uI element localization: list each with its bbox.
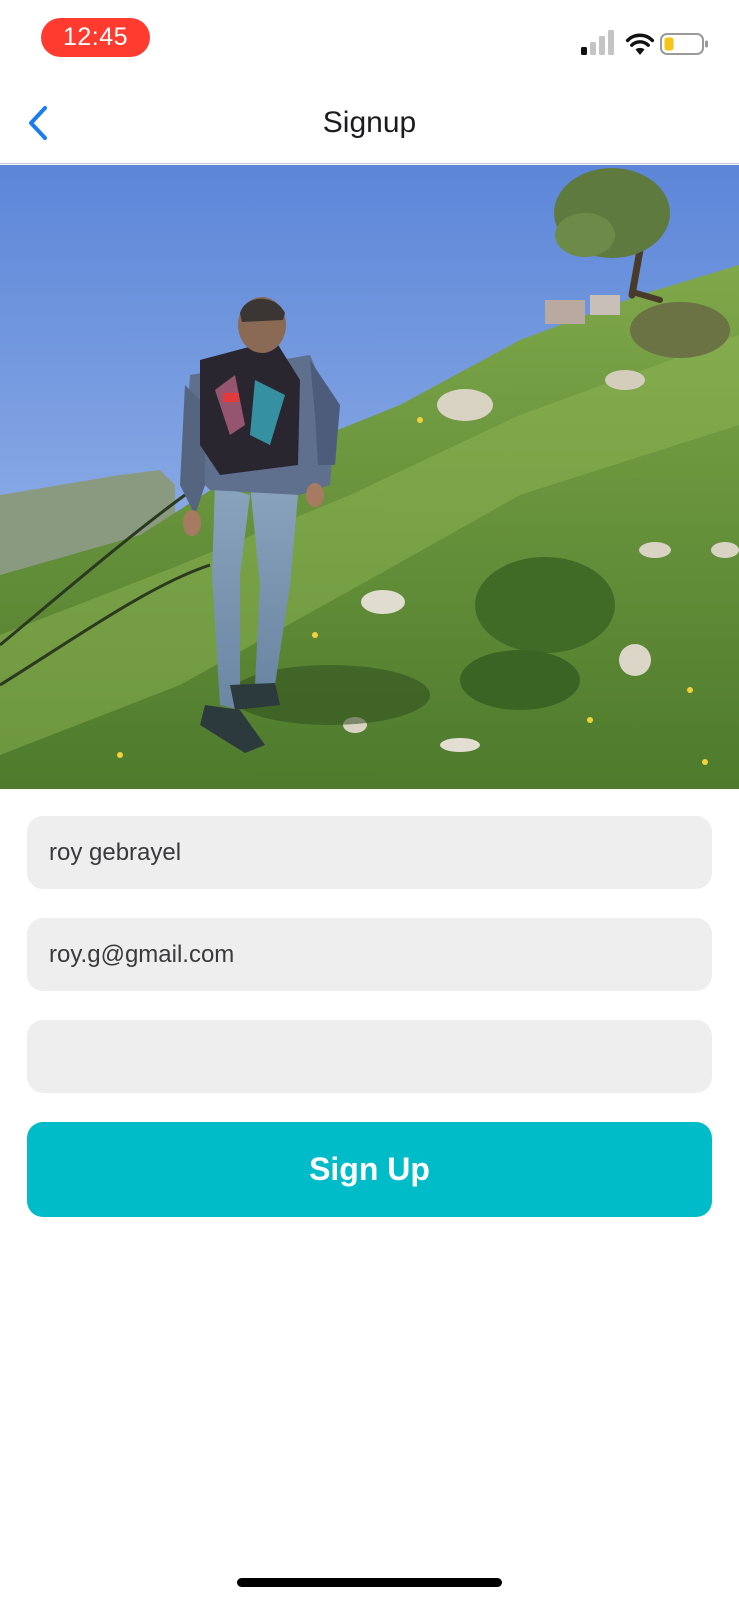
sign-up-button[interactable]: Sign Up (27, 1122, 712, 1217)
navigation-bar: Signup (0, 82, 739, 164)
battery-icon (660, 33, 708, 55)
hero-photo (0, 165, 739, 789)
signal-icon (581, 30, 614, 55)
wifi-icon (625, 33, 655, 55)
status-time: 12:45 (41, 18, 150, 57)
chevron-left-icon (29, 106, 47, 140)
name-field[interactable] (27, 816, 712, 889)
status-bar: 12:45 (0, 0, 739, 82)
home-indicator[interactable] (237, 1578, 502, 1587)
page-title: Signup (322, 106, 417, 139)
password-field[interactable] (27, 1020, 712, 1093)
back-button[interactable] (14, 99, 62, 147)
email-field[interactable] (27, 918, 712, 991)
